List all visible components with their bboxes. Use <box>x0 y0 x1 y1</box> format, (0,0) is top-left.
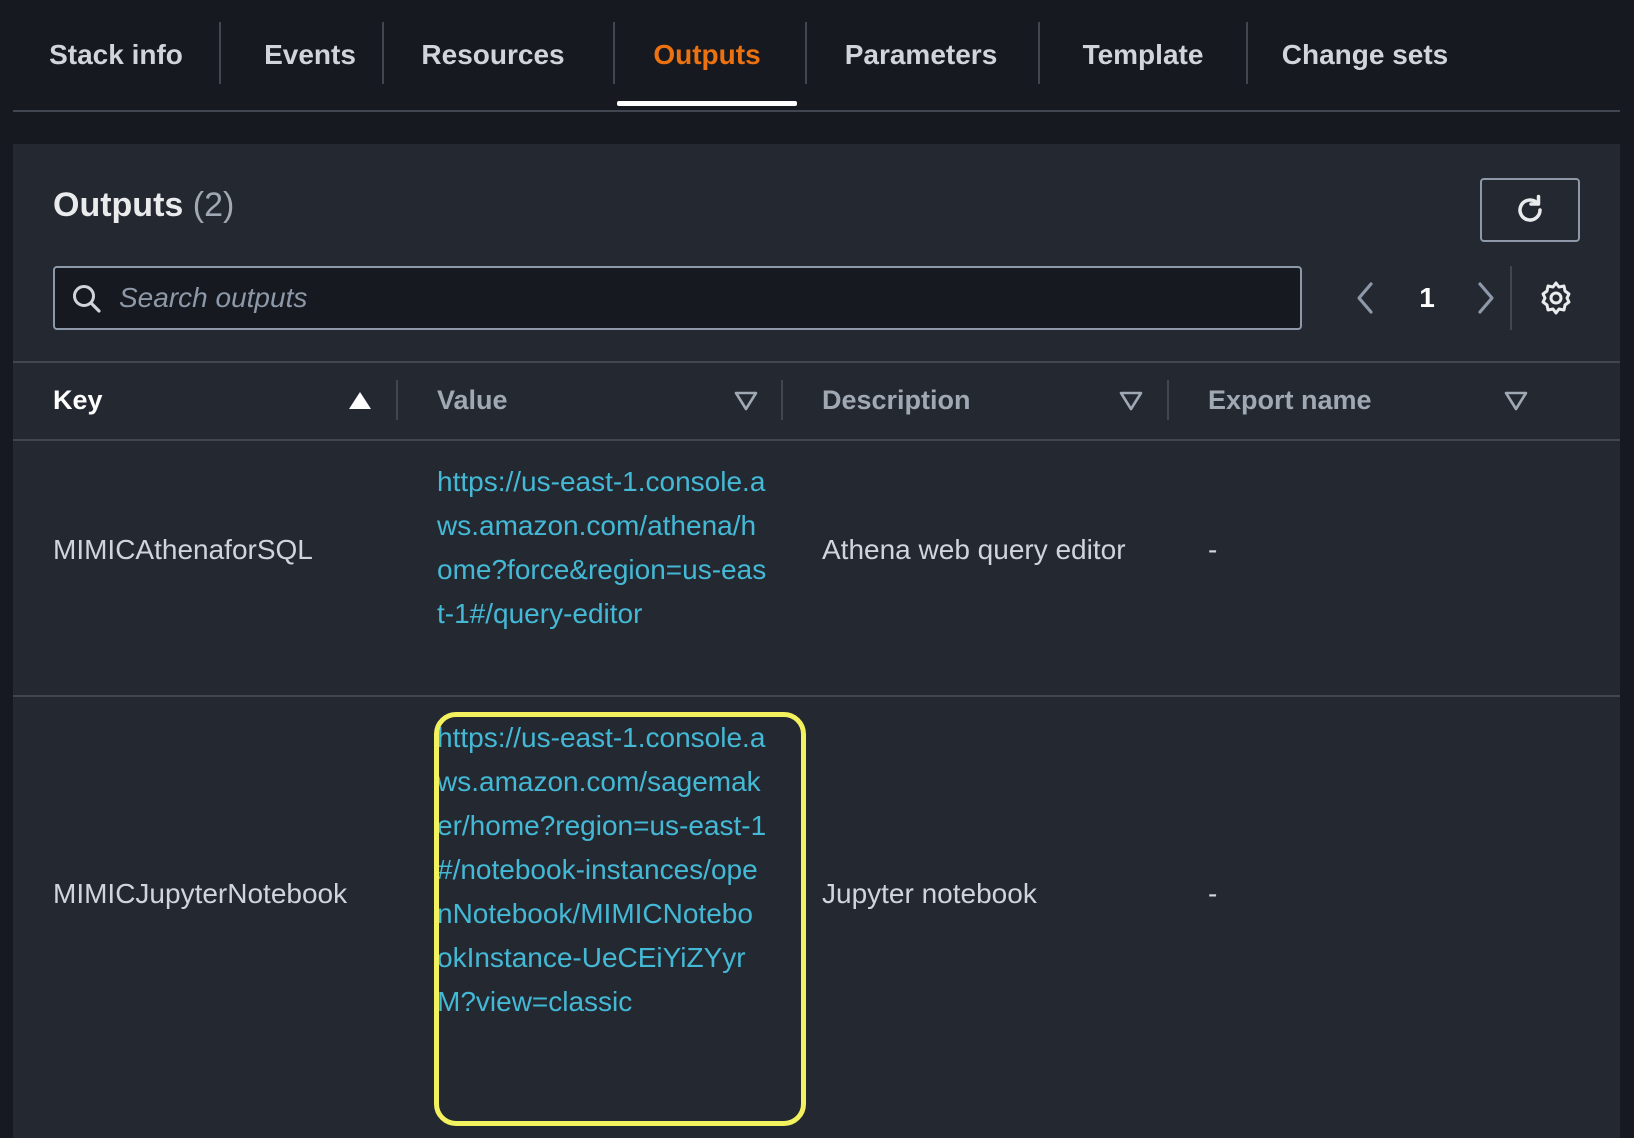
gear-icon <box>1541 281 1571 315</box>
tab-template[interactable]: Template <box>1043 0 1243 110</box>
panel-title-text: Outputs <box>53 186 184 224</box>
tab-divider <box>805 22 807 84</box>
output-description: Athena web query editor <box>822 534 1126 565</box>
tab-divider <box>613 22 615 84</box>
tab-change-sets[interactable]: Change sets <box>1255 0 1475 110</box>
column-header-description[interactable]: Description <box>822 362 971 438</box>
chevron-right-icon <box>1478 282 1494 314</box>
outputs-panel: Outputs (2) 1 Key <box>13 144 1620 1138</box>
sort-descending-icon[interactable] <box>1118 388 1144 414</box>
tab-events[interactable]: Events <box>230 0 390 110</box>
tab-divider <box>382 22 384 84</box>
tab-outputs[interactable]: Outputs <box>617 0 797 110</box>
column-header-value[interactable]: Value <box>437 362 508 438</box>
tab-divider <box>1246 22 1248 84</box>
tab-divider <box>219 22 221 84</box>
output-key: MIMICAthenaforSQL <box>53 534 313 565</box>
tab-resources[interactable]: Resources <box>393 0 593 110</box>
column-divider <box>396 380 398 420</box>
search-icon <box>73 285 101 313</box>
output-description: Jupyter notebook <box>822 878 1037 909</box>
tab-bar: Stack info Events Resources Outputs Para… <box>13 0 1620 112</box>
table-top-border <box>13 361 1620 363</box>
column-divider <box>1167 380 1169 420</box>
previous-page-button[interactable] <box>1347 278 1383 318</box>
column-header-key[interactable]: Key <box>53 362 103 438</box>
output-export-name: - <box>1208 878 1218 909</box>
refresh-button[interactable] <box>1480 178 1580 242</box>
sort-descending-icon[interactable] <box>733 388 759 414</box>
panel-title: Outputs (2) <box>53 186 234 225</box>
output-export-name: - <box>1208 534 1218 565</box>
search-input[interactable] <box>119 272 1289 324</box>
next-page-button[interactable] <box>1468 278 1504 318</box>
sort-ascending-icon[interactable] <box>347 388 373 414</box>
tab-parameters[interactable]: Parameters <box>813 0 1029 110</box>
column-divider <box>781 380 783 420</box>
output-count: (2) <box>192 186 235 224</box>
search-box <box>53 266 1302 330</box>
preferences-button[interactable] <box>1534 276 1578 320</box>
refresh-icon <box>1518 194 1542 222</box>
tab-stack-info[interactable]: Stack info <box>23 0 209 110</box>
page-number-button[interactable]: 1 <box>1407 276 1447 320</box>
pager-divider <box>1510 266 1512 330</box>
chevron-left-icon <box>1357 282 1373 314</box>
column-header-export-name[interactable]: Export name <box>1208 362 1372 438</box>
output-key: MIMICJupyterNotebook <box>53 878 348 909</box>
tab-divider <box>1038 22 1040 84</box>
row-divider <box>13 695 1620 697</box>
output-value-link[interactable]: https://us-east-1.console.aws.amazon.com… <box>437 716 767 1024</box>
output-value-link[interactable]: https://us-east-1.console.aws.amazon.com… <box>437 460 767 636</box>
sort-descending-icon[interactable] <box>1503 388 1529 414</box>
table-header-border <box>13 439 1620 441</box>
